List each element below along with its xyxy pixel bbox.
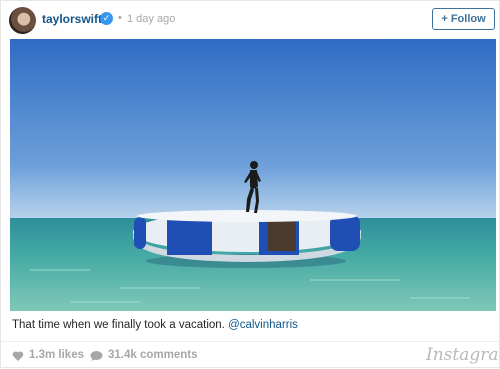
- instagram-logo[interactable]: Instagram: [426, 345, 500, 365]
- post-caption: That time when we finally took a vacatio…: [12, 319, 298, 331]
- username-link[interactable]: taylorswift: [42, 12, 102, 26]
- avatar[interactable]: [9, 7, 36, 34]
- post-timestamp[interactable]: 1 day ago: [127, 13, 175, 25]
- follow-button[interactable]: + Follow: [432, 8, 495, 30]
- instagram-embed-card: taylorswift ✓ • 1 day ago + Follow That …: [0, 0, 500, 368]
- separator-dot: •: [118, 12, 122, 24]
- post-header: taylorswift ✓ • 1 day ago + Follow: [1, 1, 500, 37]
- verified-badge-icon: ✓: [100, 12, 113, 25]
- caption-text: That time when we finally took a vacatio…: [12, 319, 229, 331]
- post-footer: 1.3m likes 31.4k comments Instagram: [1, 341, 500, 369]
- post-photo[interactable]: [10, 39, 496, 311]
- comment-bubble-icon[interactable]: [90, 350, 103, 362]
- likes-count[interactable]: 1.3m likes: [29, 349, 84, 361]
- comments-count[interactable]: 31.4k comments: [108, 349, 198, 361]
- photo-scene: [10, 39, 496, 311]
- caption-mention-link[interactable]: @calvinharris: [228, 319, 298, 331]
- heart-icon[interactable]: [12, 350, 24, 362]
